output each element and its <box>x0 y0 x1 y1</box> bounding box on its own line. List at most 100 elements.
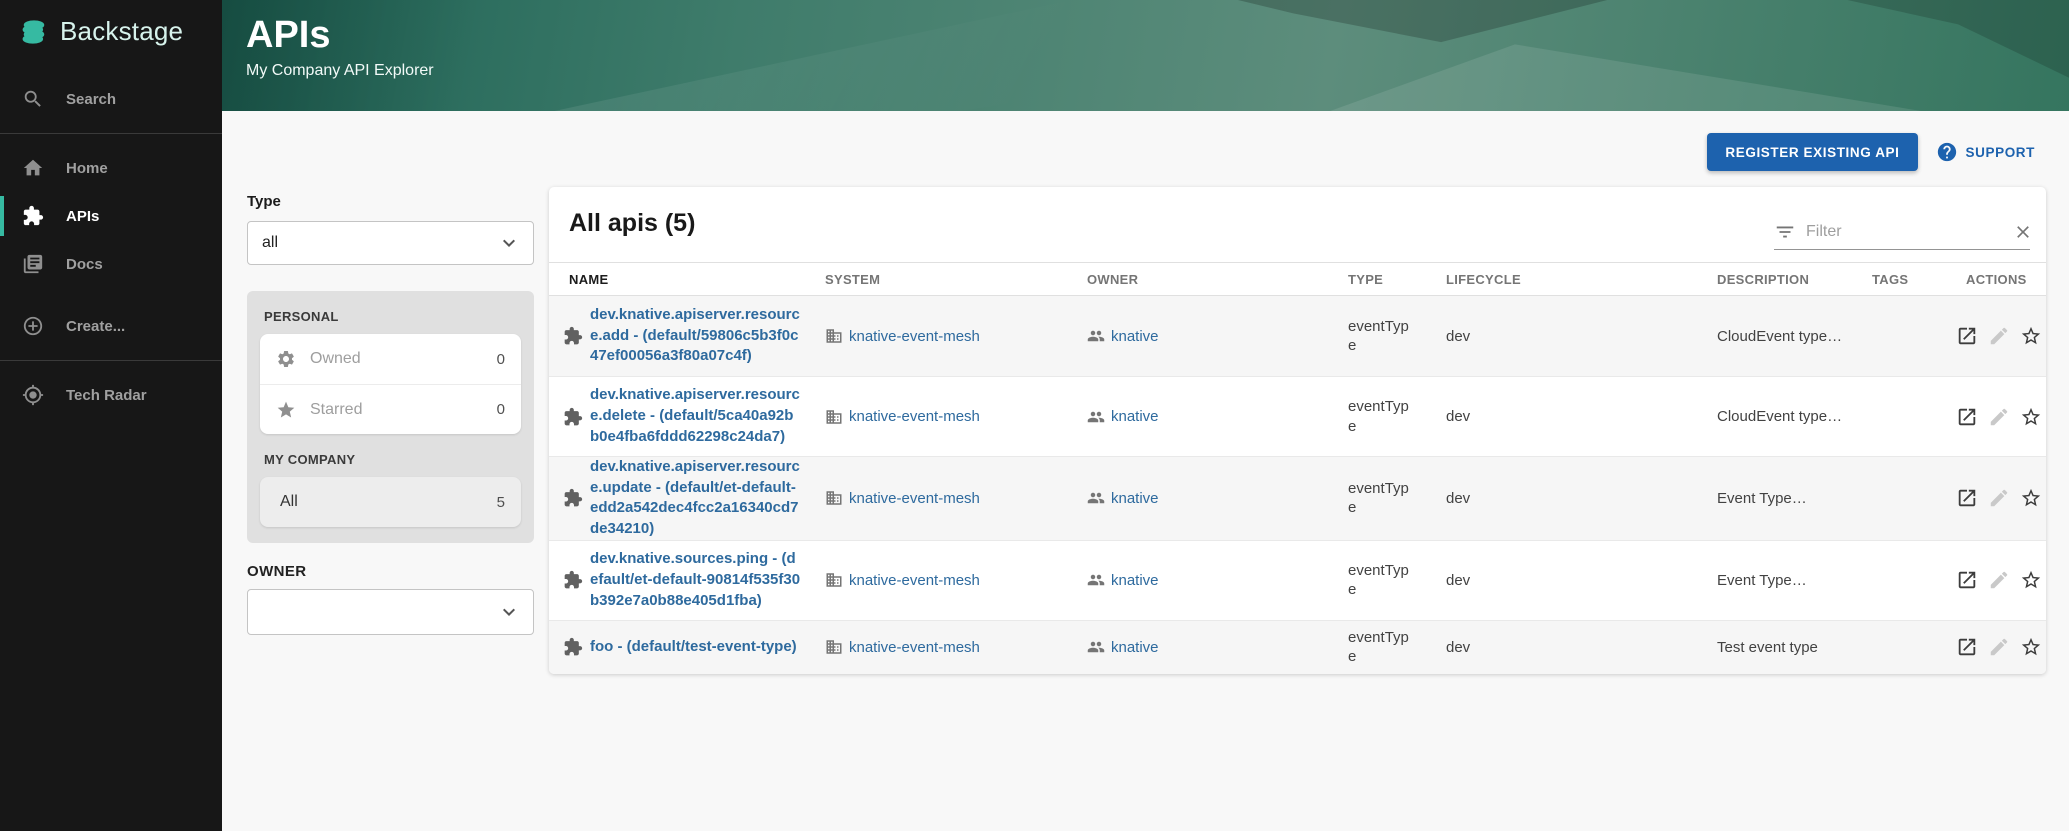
owner-link[interactable]: knative <box>1111 639 1159 656</box>
description-cell: Event Type… <box>1697 490 1852 507</box>
column-header-name[interactable]: NAME <box>549 272 805 287</box>
table-row: foo - (default/test-event-type) knative-… <box>549 620 2046 674</box>
lifecycle-cell: dev <box>1426 408 1697 425</box>
description-cell: CloudEvent type… <box>1697 328 1852 345</box>
system-icon <box>825 489 843 507</box>
personal-section-label: PERSONAL <box>260 304 521 334</box>
type-cell: eventType <box>1328 317 1416 356</box>
starred-label: Starred <box>310 401 497 419</box>
column-header-description[interactable]: DESCRIPTION <box>1697 272 1852 287</box>
system-icon <box>825 571 843 589</box>
type-select[interactable]: all <box>247 221 534 265</box>
sidebar-item-home[interactable]: Home <box>0 144 222 192</box>
system-icon <box>825 408 843 426</box>
owner-link[interactable]: knative <box>1111 328 1159 345</box>
table-row: dev.knative.apiserver.resource.add - (de… <box>549 296 2046 376</box>
group-icon <box>1087 327 1105 345</box>
edit-icon[interactable] <box>1988 325 2010 347</box>
api-name-link[interactable]: dev.knative.apiserver.resource.add - (de… <box>590 305 802 367</box>
home-icon <box>22 157 44 179</box>
api-name-link[interactable]: foo - (default/test-event-type) <box>590 637 802 658</box>
docs-icon <box>22 253 44 275</box>
page-toolbar: REGISTER EXISTING API SUPPORT <box>1707 133 2035 171</box>
sidebar-item-tech-radar[interactable]: Tech Radar <box>0 371 222 419</box>
api-name-link[interactable]: dev.knative.apiserver.resource.delete - … <box>590 385 802 447</box>
page-title: APIs <box>246 14 330 57</box>
company-section-label: MY COMPANY <box>260 434 521 477</box>
column-header-owner[interactable]: OWNER <box>1067 272 1328 287</box>
owner-label: OWNER <box>247 563 534 580</box>
logo-wordmark: Backstage <box>60 16 183 47</box>
sidebar-item-docs[interactable]: Docs <box>0 240 222 288</box>
edit-icon[interactable] <box>1988 569 2010 591</box>
table-toolbar: All apis (5) <box>549 187 2046 262</box>
column-header-type[interactable]: TYPE <box>1328 272 1426 287</box>
table-body: dev.knative.apiserver.resource.add - (de… <box>549 296 2046 674</box>
star-border-icon[interactable] <box>2020 406 2042 428</box>
group-icon <box>1087 571 1105 589</box>
star-border-icon[interactable] <box>2020 487 2042 509</box>
support-button[interactable]: SUPPORT <box>1936 141 2035 163</box>
table-filter-field <box>1774 221 2030 250</box>
star-border-icon[interactable] <box>2020 636 2042 658</box>
sidebar-item-search[interactable]: Search <box>0 75 222 123</box>
column-header-lifecycle[interactable]: LIFECYCLE <box>1426 272 1697 287</box>
open-in-new-icon[interactable] <box>1956 569 1978 591</box>
table-row: dev.knative.apiserver.resource.update - … <box>549 456 2046 540</box>
sidebar-item-label: Docs <box>66 256 103 273</box>
edit-icon[interactable] <box>1988 636 2010 658</box>
starred-count: 0 <box>497 401 505 418</box>
group-icon <box>1087 408 1105 426</box>
table-filter-input[interactable] <box>1806 223 2013 241</box>
backstage-logo[interactable]: Backstage <box>0 0 222 61</box>
column-header-system[interactable]: SYSTEM <box>805 272 1067 287</box>
starred-filter-item[interactable]: Starred 0 <box>260 384 521 434</box>
api-name-link[interactable]: dev.knative.apiserver.resource.update - … <box>590 457 802 540</box>
all-filter-item[interactable]: All 5 <box>260 477 521 527</box>
type-cell: eventType <box>1328 561 1416 600</box>
owner-select[interactable] <box>247 589 534 635</box>
description-cell: Event Type… <box>1697 572 1852 589</box>
table-title: All apis (5) <box>569 205 695 238</box>
system-link[interactable]: knative-event-mesh <box>849 490 980 507</box>
open-in-new-icon[interactable] <box>1956 636 1978 658</box>
owner-link[interactable]: knative <box>1111 572 1159 589</box>
clear-filter-icon[interactable] <box>2013 222 2033 242</box>
column-header-tags[interactable]: TAGS <box>1852 272 1942 287</box>
table-row: dev.knative.sources.ping - (default/et-d… <box>549 540 2046 620</box>
register-existing-api-button[interactable]: REGISTER EXISTING API <box>1707 133 1917 171</box>
system-link[interactable]: knative-event-mesh <box>849 408 980 425</box>
owner-link[interactable]: knative <box>1111 490 1159 507</box>
lifecycle-cell: dev <box>1426 328 1697 345</box>
puzzle-icon <box>22 205 44 227</box>
type-select-value: all <box>262 234 278 252</box>
system-link[interactable]: knative-event-mesh <box>849 572 980 589</box>
api-table-card: All apis (5) NAME SYSTEM OWNER TYPE LIFE… <box>549 187 2046 674</box>
sidebar-item-create[interactable]: Create... <box>0 302 222 350</box>
open-in-new-icon[interactable] <box>1956 406 1978 428</box>
sidebar-item-label: Tech Radar <box>66 387 147 404</box>
type-cell: eventType <box>1328 479 1416 518</box>
star-border-icon[interactable] <box>2020 325 2042 347</box>
owner-picker: OWNER <box>247 563 534 635</box>
all-label: All <box>280 493 497 511</box>
open-in-new-icon[interactable] <box>1956 487 1978 509</box>
table-header-row: NAME SYSTEM OWNER TYPE LIFECYCLE DESCRIP… <box>549 262 2046 296</box>
owned-filter-item[interactable]: Owned 0 <box>260 334 521 384</box>
main-content: REGISTER EXISTING API SUPPORT Type all P… <box>222 111 2069 831</box>
api-name-link[interactable]: dev.knative.sources.ping - (default/et-d… <box>590 549 802 611</box>
personal-card: Owned 0 Starred 0 <box>260 334 521 434</box>
system-link[interactable]: knative-event-mesh <box>849 639 980 656</box>
type-label: Type <box>247 193 534 210</box>
open-in-new-icon[interactable] <box>1956 325 1978 347</box>
sidebar-item-apis[interactable]: APIs <box>0 192 222 240</box>
system-link[interactable]: knative-event-mesh <box>849 328 980 345</box>
all-count: 5 <box>497 494 505 511</box>
edit-icon[interactable] <box>1988 487 2010 509</box>
edit-icon[interactable] <box>1988 406 2010 428</box>
star-border-icon[interactable] <box>2020 569 2042 591</box>
radar-icon <box>22 384 44 406</box>
table-row: dev.knative.apiserver.resource.delete - … <box>549 376 2046 456</box>
owner-link[interactable]: knative <box>1111 408 1159 425</box>
type-cell: eventType <box>1328 628 1416 667</box>
